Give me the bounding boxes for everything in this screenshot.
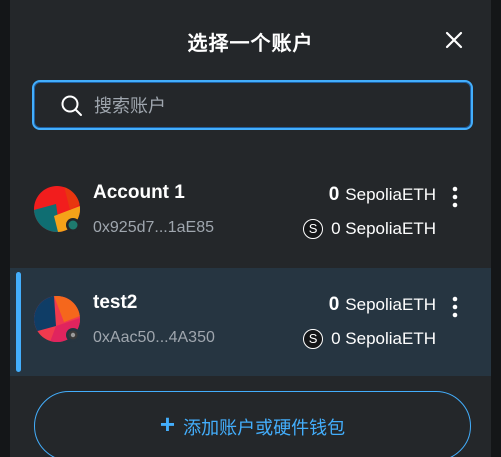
account-address: 0x925d7...1aE85: [93, 219, 214, 236]
account-address: 0xAac50...4A350: [93, 329, 215, 346]
balance-unit: SepoliaETH: [345, 185, 436, 204]
token-icon: S: [303, 219, 324, 239]
search-box[interactable]: [32, 80, 473, 130]
account-name: Account 1: [93, 182, 185, 203]
account-avatar: [34, 186, 80, 232]
account-item-test2[interactable]: test2 0xAac50...4A350 0 SepoliaETH S 0 Se…: [10, 268, 491, 376]
close-icon: [445, 31, 463, 49]
secondary-balance-text: 0 SepoliaETH: [331, 329, 436, 348]
search-input[interactable]: [92, 90, 456, 122]
secondary-balance: S 0 SepoliaETH: [303, 327, 436, 351]
add-account-label: 添加账户或硬件钱包: [183, 418, 346, 438]
modal-title: 选择一个账户: [187, 33, 314, 55]
modal-header: 选择一个账户: [10, 0, 491, 80]
search-icon: [61, 95, 82, 116]
more-vertical-icon: [452, 186, 458, 208]
secondary-balance: S 0 SepoliaETH: [303, 217, 436, 241]
account-balance: 0 SepoliaETH: [329, 294, 436, 316]
account-options-button[interactable]: [444, 184, 466, 210]
plus-icon: +: [159, 409, 176, 439]
account-name: test2: [93, 292, 138, 313]
balance-unit: SepoliaETH: [345, 295, 436, 314]
account-avatar: [34, 296, 80, 342]
balance-amount: 0: [328, 184, 340, 205]
more-vertical-icon: [452, 296, 458, 318]
selected-indicator: [16, 272, 21, 372]
token-icon: S: [303, 329, 324, 349]
account-item-account-1[interactable]: Account 1 0x925d7...1aE85 0 SepoliaETH S …: [10, 158, 491, 266]
account-selector-modal: 选择一个账户 Account 1 0x925d: [10, 0, 491, 457]
balance-amount: 0: [328, 294, 340, 315]
add-account-button[interactable]: + 添加账户或硬件钱包: [34, 391, 471, 457]
close-button[interactable]: [440, 26, 468, 54]
account-balance: 0 SepoliaETH: [329, 184, 436, 206]
account-options-button[interactable]: [444, 294, 466, 320]
secondary-balance-text: 0 SepoliaETH: [331, 219, 436, 238]
